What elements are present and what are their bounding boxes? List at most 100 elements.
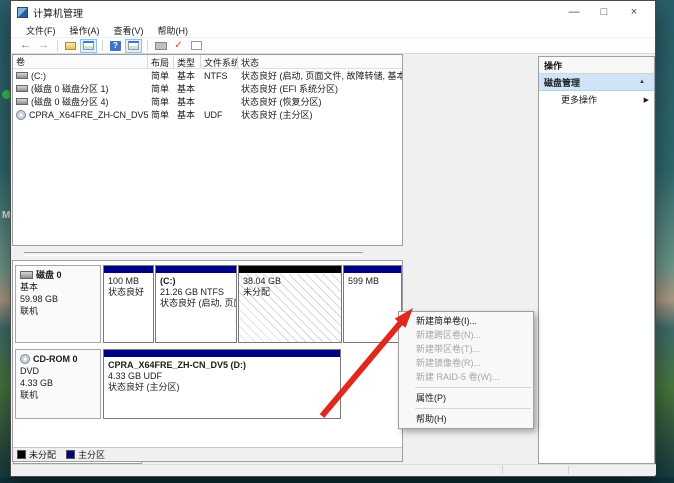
- statusbar-divider: [502, 466, 503, 474]
- partition-efi[interactable]: 100 MB 状态良好: [103, 265, 154, 343]
- toolbar: ← → ? ✓: [11, 38, 655, 54]
- cdrom0-header[interactable]: CD-ROM 0 DVD 4.33 GB 联机: [15, 349, 101, 419]
- actions-pane: 操作 磁盘管理 ▲ 更多操作 ▶: [538, 56, 655, 464]
- menu-properties[interactable]: 属性(P): [399, 391, 533, 405]
- partition-size: 599 MB: [348, 276, 380, 286]
- menu-file[interactable]: 文件(F): [19, 24, 63, 37]
- actions-header: 操作: [539, 57, 654, 74]
- col-filesystem[interactable]: 文件系统: [201, 55, 238, 68]
- actions-group-label: 磁盘管理: [544, 77, 581, 88]
- cell-type: 基本: [177, 71, 196, 81]
- partition-status: 未分配: [243, 287, 271, 297]
- cell-status: 状态良好 (启动, 页面文件, 故障转储, 基本数据分区): [241, 71, 402, 81]
- partition-color-bar: [104, 266, 153, 273]
- cdrom0-type: DVD: [20, 366, 40, 376]
- menu-separator: [415, 387, 531, 388]
- cd-icon: [20, 354, 30, 364]
- cell-status: 状态良好 (恢复分区): [241, 97, 322, 107]
- partition-recovery[interactable]: 599 MB: [343, 265, 402, 343]
- window-title: 计算机管理: [33, 8, 83, 20]
- partition-label: (C:): [160, 276, 176, 286]
- volume-list-header: 卷 布局 类型 文件系统 状态: [13, 55, 402, 69]
- volume-name: CPRA_X64FRE_ZH-CN_DV5 (D:): [29, 109, 148, 120]
- menu-view[interactable]: 查看(V): [107, 24, 151, 37]
- disk-management-view: 卷 布局 类型 文件系统 状态 (C:) 简单 基本 NTFS 状态良好 (启动…: [12, 54, 405, 462]
- help-icon[interactable]: ?: [107, 39, 124, 53]
- partition-size: 100 MB: [108, 276, 140, 286]
- legend: 未分配 主分区: [13, 447, 402, 461]
- statusbar-divider: [568, 466, 569, 474]
- partition-color-bar: [344, 266, 401, 273]
- disk0-row: 磁盘 0 基本 59.98 GB 联机 100 MB 状态良好 (C:) 21.…: [15, 265, 402, 343]
- cdrom0-row: CD-ROM 0 DVD 4.33 GB 联机 CPRA_X64FRE_ZH-C…: [15, 349, 402, 419]
- disk0-name: 磁盘 0: [36, 270, 62, 280]
- disk0-header[interactable]: 磁盘 0 基本 59.98 GB 联机: [15, 265, 101, 343]
- partition-color-bar: [239, 266, 341, 273]
- disk0-status: 联机: [20, 306, 39, 316]
- back-icon[interactable]: ←: [17, 39, 34, 53]
- cdrom0-status: 联机: [20, 390, 39, 400]
- partition-label: CPRA_X64FRE_ZH-CN_DV5 (D:): [108, 360, 247, 370]
- legend-primary-label: 主分区: [78, 450, 106, 460]
- volume-icon: [16, 85, 28, 92]
- partition-dvd[interactable]: CPRA_X64FRE_ZH-CN_DV5 (D:) 4.33 GB UDF 状…: [103, 349, 341, 419]
- cell-fs: UDF: [204, 109, 223, 120]
- forward-icon[interactable]: →: [35, 39, 52, 53]
- partition-size: 21.26 GB NTFS: [160, 287, 225, 297]
- partition-color-bar: [156, 266, 236, 273]
- cell-layout: 简单: [151, 97, 170, 107]
- statusbar: [12, 464, 656, 475]
- actions-group-disk-management[interactable]: 磁盘管理 ▲: [539, 74, 654, 91]
- primary-partition-swatch: [66, 450, 76, 459]
- partition-status: 状态良好 (主分区): [108, 382, 180, 392]
- minimize-button[interactable]: —: [559, 2, 589, 22]
- volume-icon: [16, 98, 28, 105]
- disk0-type: 基本: [20, 282, 39, 292]
- show-console-tree-icon[interactable]: [62, 39, 79, 53]
- menu-action[interactable]: 操作(A): [63, 24, 107, 37]
- maximize-button[interactable]: □: [589, 2, 619, 22]
- cell-type: 基本: [177, 97, 196, 107]
- close-button[interactable]: ×: [619, 2, 649, 22]
- console-window-icon[interactable]: [80, 38, 97, 53]
- submenu-arrow-icon: ▶: [643, 96, 649, 104]
- menu-help[interactable]: 帮助(H): [399, 412, 533, 426]
- remote-screen-icon[interactable]: [152, 39, 169, 53]
- menu-new-simple-volume[interactable]: 新建简单卷(I)...: [399, 314, 533, 328]
- menu-new-spanned-volume: 新建跨区卷(N)...: [416, 330, 481, 340]
- partition-status: 状态良好 (启动, 页面文件: [160, 298, 236, 308]
- volume-row-partition1[interactable]: (磁盘 0 磁盘分区 1) 简单 基本 状态良好 (EFI 系统分区): [13, 82, 402, 95]
- graphical-view: 磁盘 0 基本 59.98 GB 联机 100 MB 状态良好 (C:) 21.…: [12, 260, 403, 462]
- volume-row-c[interactable]: (C:) 简单 基本 NTFS 状态良好 (启动, 页面文件, 故障转储, 基本…: [13, 69, 402, 82]
- col-type[interactable]: 类型: [174, 55, 201, 68]
- menu-new-raid5-volume: 新建 RAID-5 卷(W)...: [416, 372, 500, 382]
- properties-form-icon[interactable]: [188, 39, 205, 53]
- cell-type: 基本: [177, 84, 196, 94]
- volume-row-dvd[interactable]: CPRA_X64FRE_ZH-CN_DV5 (D:) 简单 基本 UDF 状态良…: [13, 108, 402, 121]
- partition-status: 状态良好: [108, 287, 145, 297]
- cell-layout: 简单: [151, 110, 170, 120]
- horizontal-splitter[interactable]: [12, 246, 403, 260]
- col-status[interactable]: 状态: [238, 55, 402, 68]
- volume-row-partition4[interactable]: (磁盘 0 磁盘分区 4) 简单 基本 状态良好 (恢复分区): [13, 95, 402, 108]
- taskbar-edge: [0, 477, 674, 483]
- partition-unallocated[interactable]: 38.04 GB 未分配: [238, 265, 342, 343]
- cdrom0-name: CD-ROM 0: [33, 354, 78, 364]
- col-layout[interactable]: 布局: [148, 55, 174, 68]
- legend-unallocated-label: 未分配: [29, 450, 57, 460]
- titlebar[interactable]: 计算机管理 — □ ×: [11, 1, 655, 23]
- menu-help[interactable]: 帮助(H): [151, 24, 196, 37]
- toolbar-separator: [147, 40, 148, 51]
- context-menu: 新建简单卷(I)... 新建跨区卷(N)... 新建带区卷(T)... 新建镜像…: [398, 311, 534, 429]
- col-volume[interactable]: 卷: [13, 55, 148, 68]
- partition-size: 38.04 GB: [243, 276, 282, 286]
- more-actions-item[interactable]: 更多操作 ▶: [539, 91, 654, 108]
- show-action-pane-icon[interactable]: [125, 38, 142, 53]
- partition-c[interactable]: (C:) 21.26 GB NTFS 状态良好 (启动, 页面文件: [155, 265, 237, 343]
- menu-new-mirrored-volume: 新建镜像卷(R)...: [416, 358, 481, 368]
- cdrom0-size: 4.33 GB: [20, 378, 54, 388]
- volume-name: (磁盘 0 磁盘分区 1): [31, 84, 109, 94]
- collapse-icon[interactable]: ▲: [635, 77, 649, 87]
- menubar: 文件(F) 操作(A) 查看(V) 帮助(H): [11, 23, 655, 38]
- verify-check-icon[interactable]: ✓: [170, 39, 187, 53]
